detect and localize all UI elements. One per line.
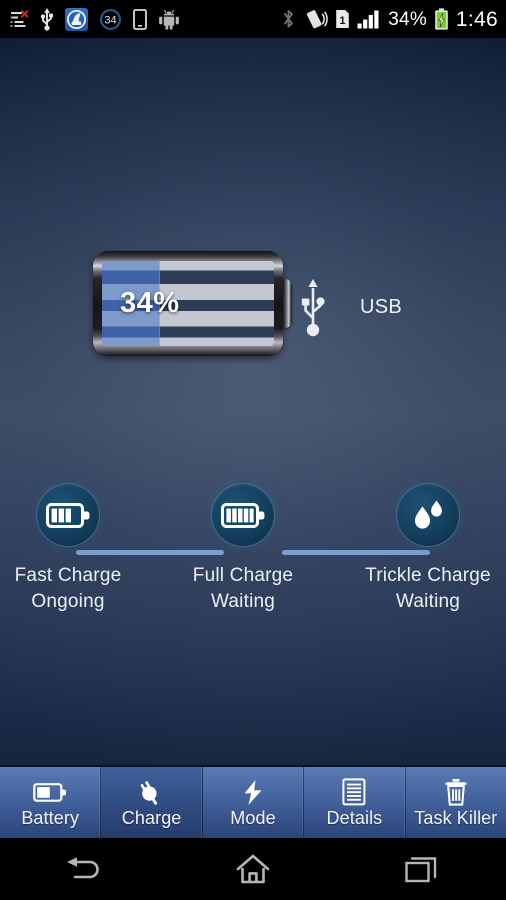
tab-task-killer-label: Task Killer <box>414 808 498 828</box>
charge-stage-flow: Fast Charge Ongoing Full Charge Waiting … <box>0 482 506 624</box>
notifications-cleared-icon <box>10 9 29 27</box>
battery-graphic: 34% <box>93 251 292 356</box>
recents-button[interactable] <box>367 838 477 900</box>
app-running-icon <box>65 7 88 31</box>
status-bar-notification-icons: 34 <box>10 7 180 31</box>
tab-charge[interactable]: Charge <box>101 767 203 838</box>
stage-fast-charge[interactable]: Fast Charge Ongoing <box>0 482 143 615</box>
status-bar-battery-percent: 34% <box>388 8 427 30</box>
back-button[interactable] <box>29 838 139 900</box>
battery-charging-icon <box>435 8 448 30</box>
recents-icon <box>404 857 436 883</box>
stage-trickle-charge-state: Waiting <box>395 591 461 612</box>
svg-text:34: 34 <box>104 14 116 26</box>
battery-level-circle-icon: 34 <box>99 8 122 31</box>
stage-fast-charge-state: Ongoing <box>31 591 105 612</box>
document-lines-icon <box>342 778 366 806</box>
stage-trickle-charge-circle <box>397 484 459 546</box>
android-icon <box>159 9 179 30</box>
water-drops-icon <box>415 500 442 529</box>
back-arrow-icon <box>67 857 100 879</box>
status-bar: 34 1 34% 1:46 <box>0 0 506 38</box>
stage-fast-charge-circle <box>37 484 99 546</box>
phone-icon <box>133 8 147 30</box>
app-content: 34% USB Fast Charge Ongoing Full Charge … <box>0 38 506 765</box>
stage-trickle-charge-name: Trickle Charge <box>365 565 491 586</box>
power-plug-icon <box>137 779 167 805</box>
trash-can-icon <box>443 779 469 806</box>
status-bar-system-icons: 1 34% 1:46 <box>281 8 498 30</box>
tab-details[interactable]: Details <box>304 767 406 838</box>
lightning-bolt-icon <box>241 779 265 805</box>
status-bar-clock: 1:46 <box>455 7 498 31</box>
vibrate-icon <box>307 10 329 29</box>
svg-text:1: 1 <box>340 15 346 27</box>
tab-charge-label: Charge <box>121 808 182 828</box>
battery-half-icon <box>46 502 90 528</box>
bottom-tab-bar: Battery Charge Mode Details Task Killer <box>0 765 506 838</box>
tab-battery[interactable]: Battery <box>0 767 102 838</box>
stage-full-charge-name: Full Charge <box>192 565 294 586</box>
tab-mode[interactable]: Mode <box>203 767 305 838</box>
bluetooth-icon <box>284 10 294 28</box>
stage-full-charge[interactable]: Full Charge Waiting <box>168 482 318 615</box>
tab-mode-label: Mode <box>230 808 276 828</box>
stage-trickle-charge[interactable]: Trickle Charge Waiting <box>353 482 503 615</box>
signal-bars-icon <box>357 10 379 29</box>
tab-details-label: Details <box>326 808 383 828</box>
sim-card-icon: 1 <box>336 10 350 28</box>
battery-full-icon <box>221 502 265 528</box>
stage-full-charge-circle <box>212 484 274 546</box>
home-button[interactable] <box>198 838 308 900</box>
battery-window: 34% <box>102 261 274 346</box>
power-source: USB <box>300 276 402 338</box>
stage-full-charge-state: Waiting <box>210 591 276 612</box>
battery-icon <box>33 779 67 805</box>
tab-task-killer[interactable]: Task Killer <box>406 767 506 838</box>
android-navigation-bar <box>0 838 506 900</box>
usb-icon <box>301 279 325 337</box>
home-icon <box>236 854 270 883</box>
usb-icon <box>40 8 53 31</box>
stage-fast-charge-name: Fast Charge <box>14 565 122 586</box>
phone-screen: 34 1 34% 1:46 34% USB Fast Charge Ongoin… <box>0 0 506 900</box>
power-source-label: USB <box>360 295 403 318</box>
tab-battery-label: Battery <box>21 808 80 828</box>
battery-percent-label: 34% <box>120 287 180 319</box>
